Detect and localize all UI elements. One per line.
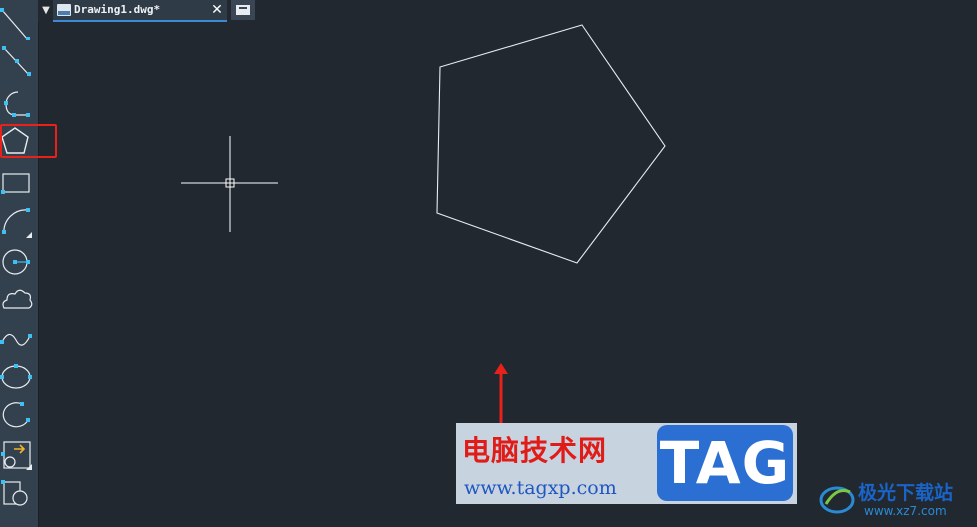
tab-label: Drawing1.dwg* [74,3,161,16]
dwg-file-icon [57,4,71,16]
brand-url: www.xz7.com [864,504,947,518]
pentagon-shape [436,24,666,264]
brand-name: 极光下载站 [858,482,954,504]
ray-icon [2,46,31,77]
insert-block-tool[interactable] [0,438,38,476]
rectangle-tool[interactable] [0,166,38,204]
circle-icon [2,249,30,275]
cloud-icon [2,289,33,309]
watermark-banner: 电脑技术网 www.tagxp.com TAG [456,423,797,504]
insert-block-icon [1,441,32,470]
ray-tool[interactable] [0,40,38,78]
annotation-arrow [494,363,508,427]
revision-cloud-tool[interactable] [0,282,38,320]
make-block-tool[interactable] [0,478,38,516]
watermark-tag-badge: TAG [657,425,793,501]
arc-icon [2,208,32,238]
draw-toolbar [0,0,57,527]
ellipse-arc-tool[interactable] [0,398,38,436]
line-tool[interactable] [0,2,38,40]
tab-list-dropdown-icon[interactable]: ▼ [40,2,52,20]
make-block-icon [1,480,28,506]
polyline-tool[interactable] [0,82,38,120]
close-icon[interactable]: ✕ [210,1,224,19]
new-drawing-icon [236,5,250,15]
crosshair-cursor [181,136,278,232]
brand-logo-icon [819,486,855,514]
line-icon [0,8,30,40]
polyline-icon [4,91,30,117]
watermark-site-url: www.tagxp.com [464,477,617,499]
tab-drawing1[interactable]: Drawing1.dwg* ✕ [53,0,227,22]
watermark-site-name: 电脑技术网 [462,434,608,467]
ellipse-arc-icon [2,402,30,428]
rectangle-icon [1,173,30,194]
ellipse-icon [0,364,32,389]
spline-tool[interactable] [0,322,38,360]
spline-icon [0,333,32,346]
circle-tool[interactable] [0,244,38,282]
ellipse-tool[interactable] [0,360,38,398]
brand-logo-block: 极光下载站 www.xz7.com [816,476,976,526]
arc-tool[interactable] [0,204,38,242]
new-tab-button[interactable] [231,0,255,20]
